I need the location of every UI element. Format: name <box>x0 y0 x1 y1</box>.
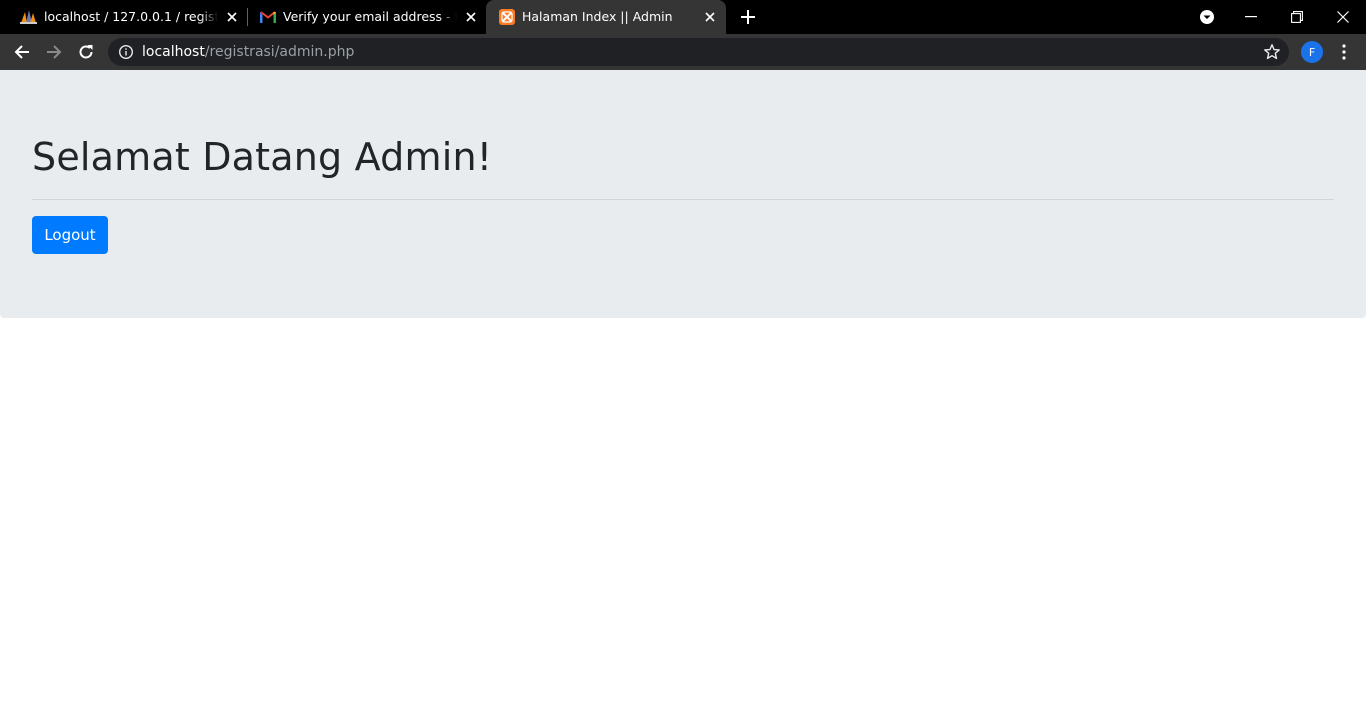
phpmyadmin-icon <box>20 9 37 25</box>
xampp-icon <box>498 9 515 25</box>
tab-strip: localhost / 127.0.0.1 / registrasi / adm… <box>0 0 1366 34</box>
forward-icon[interactable] <box>43 41 65 63</box>
page-viewport: Selamat Datang Admin! Logout <box>0 70 1366 726</box>
profile-avatar[interactable]: F <box>1301 41 1323 63</box>
close-tab-icon[interactable] <box>702 9 718 25</box>
minimize-icon[interactable] <box>1228 0 1274 34</box>
bookmark-star-icon[interactable] <box>1263 43 1281 61</box>
tab-title: localhost / 127.0.0.1 / registrasi / adm… <box>44 9 218 24</box>
divider <box>32 199 1334 200</box>
restore-icon[interactable] <box>1274 0 1320 34</box>
jumbotron: Selamat Datang Admin! Logout <box>0 70 1366 318</box>
url-host: localhost <box>142 44 205 60</box>
close-tab-icon[interactable] <box>224 9 240 25</box>
reload-icon[interactable] <box>75 41 97 63</box>
url-text: localhost/registrasi/admin.php <box>142 44 354 60</box>
tab-gmail[interactable]: Verify your email address - financial <box>247 0 487 34</box>
info-icon[interactable] <box>118 44 134 60</box>
close-tab-icon[interactable] <box>463 9 479 25</box>
tab-search-icon[interactable] <box>1199 9 1215 25</box>
tab-phpmyadmin[interactable]: localhost / 127.0.0.1 / registrasi / adm… <box>8 0 248 34</box>
url-path: /registrasi/admin.php <box>204 44 355 60</box>
address-bar[interactable]: localhost/registrasi/admin.php <box>108 38 1289 66</box>
logout-button[interactable]: Logout <box>32 216 108 254</box>
tab-title: Verify your email address - financial <box>283 9 457 24</box>
gmail-icon <box>259 9 276 25</box>
page-title: Selamat Datang Admin! <box>32 135 493 179</box>
tab-title: Halaman Index || Admin <box>522 9 673 24</box>
close-window-icon[interactable] <box>1320 0 1366 34</box>
more-options-icon[interactable] <box>1337 41 1351 63</box>
new-tab-button[interactable] <box>738 8 758 26</box>
tab-admin-active[interactable]: Halaman Index || Admin <box>486 0 726 34</box>
browser-toolbar: localhost/registrasi/admin.php F <box>0 34 1366 70</box>
back-icon[interactable] <box>11 41 33 63</box>
